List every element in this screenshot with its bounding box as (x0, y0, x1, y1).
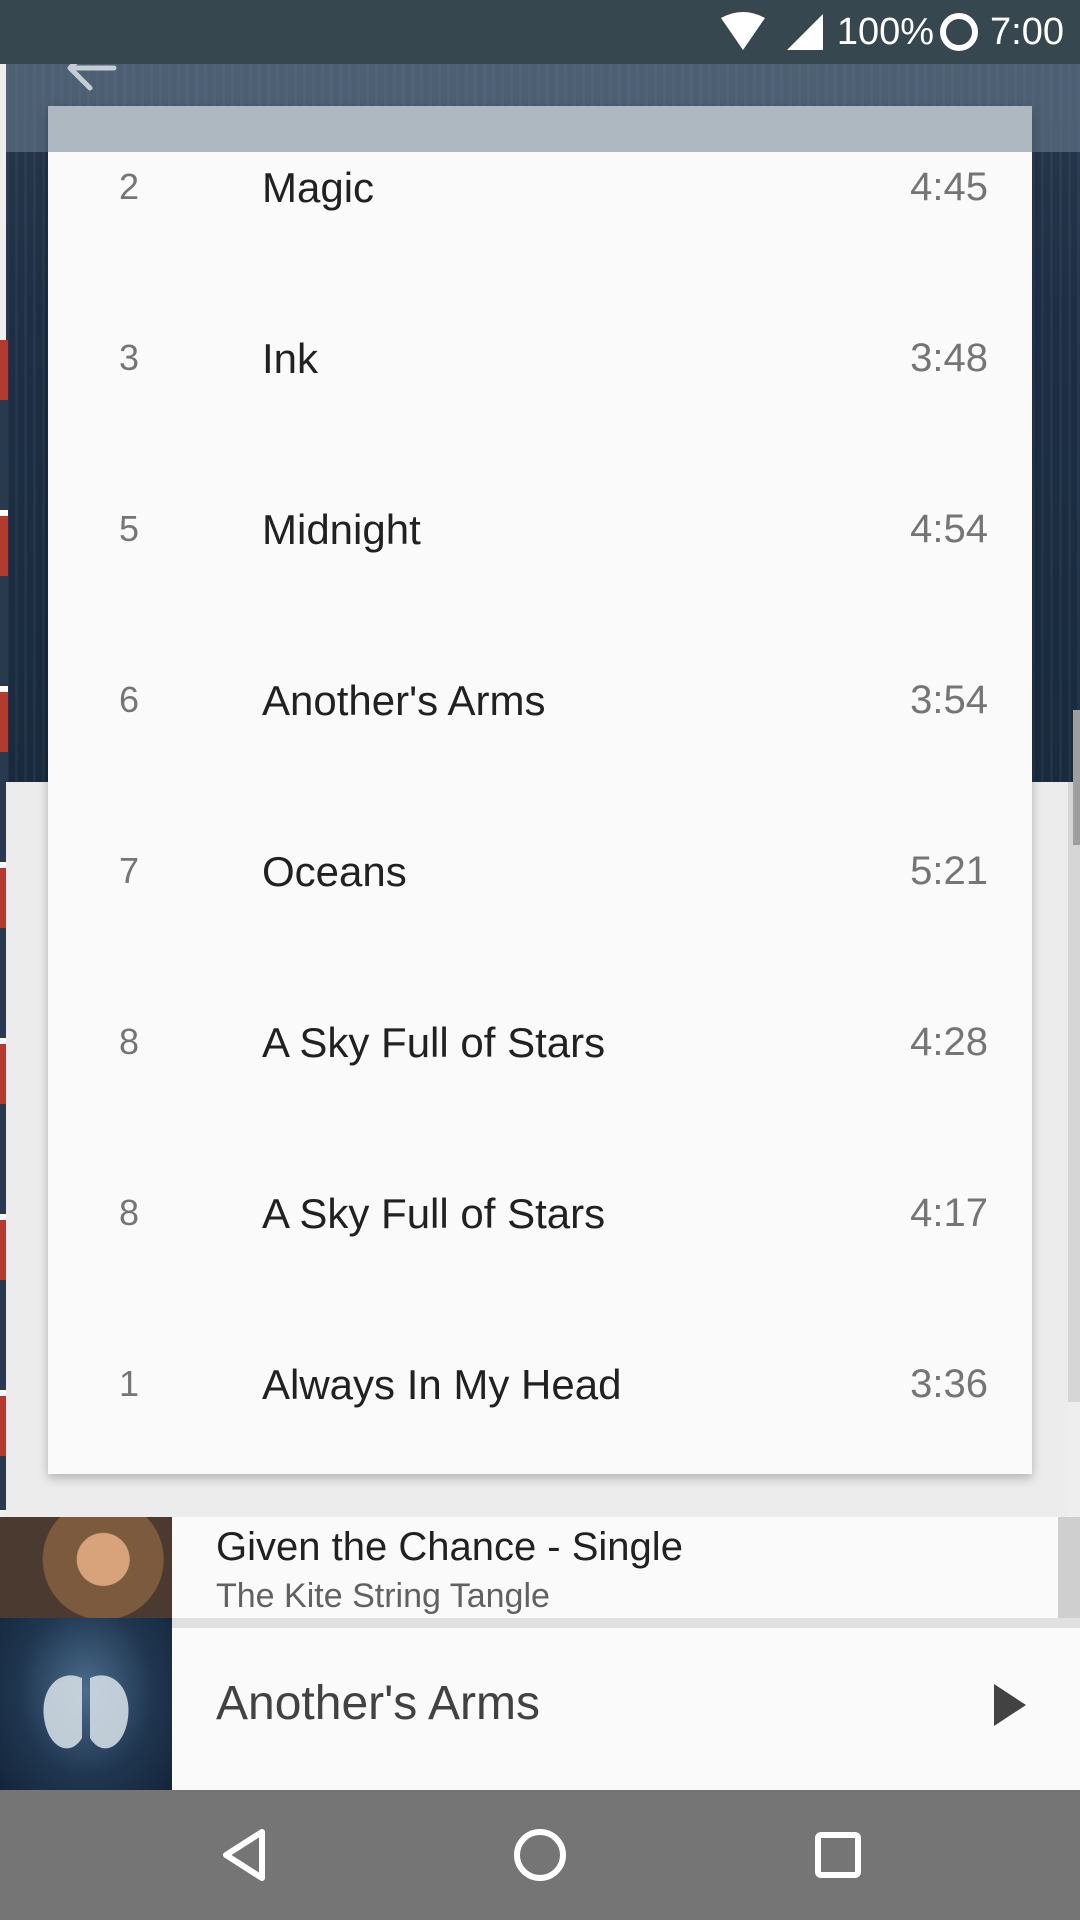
screen: 100% 7:00 2 Magic 4:45 3 Ink 3:48 5 Midn… (0, 0, 1080, 1920)
track-number: 2 (118, 166, 140, 207)
album-art-thumbnail (0, 1517, 172, 1623)
track-duration: 4:28 (910, 1020, 988, 1064)
track-row[interactable]: 5 Midnight 4:54 (48, 494, 1032, 665)
status-bar: 100% 7:00 (0, 0, 1080, 64)
system-nav-bar (0, 1790, 1080, 1920)
track-duration: 4:17 (910, 1191, 988, 1235)
album-artist: The Kite String Tangle (216, 1577, 550, 1615)
track-list-dialog: 2 Magic 4:45 3 Ink 3:48 5 Midnight 4:54 … (48, 106, 1032, 1474)
track-row[interactable]: 8 A Sky Full of Stars 4:17 (48, 1178, 1032, 1349)
track-duration: 5:21 (910, 849, 988, 893)
track-number: 3 (118, 337, 140, 378)
nav-home-icon[interactable] (505, 1820, 575, 1890)
list-scroll-track (1058, 1517, 1080, 1623)
track-number: 1 (118, 1363, 140, 1404)
now-playing-bar[interactable]: Another's Arms (0, 1618, 1080, 1800)
album-title: Given the Chance - Single (216, 1525, 683, 1569)
track-number: 5 (118, 508, 140, 549)
track-duration: 3:54 (910, 678, 988, 722)
track-row[interactable]: 6 Another's Arms 3:54 (48, 665, 1032, 836)
cell-signal-icon (785, 12, 825, 52)
track-duration: 3:36 (910, 1362, 988, 1406)
wings-artwork (43, 1675, 129, 1749)
track-title: Oceans (262, 848, 407, 895)
battery-percent: 100% (836, 10, 935, 53)
track-title: Ink (262, 335, 319, 382)
track-duration: 4:45 (910, 165, 988, 209)
track-number: 6 (118, 679, 140, 720)
now-playing-title: Another's Arms (216, 1677, 540, 1730)
track-duration: 3:48 (910, 336, 988, 380)
track-row[interactable]: 1 Always In My Head 3:36 (48, 1349, 1032, 1520)
clock: 7:00 (990, 10, 1064, 53)
nav-back-icon[interactable] (210, 1820, 280, 1890)
play-icon[interactable] (990, 1680, 1030, 1730)
track-title: A Sky Full of Stars (262, 1190, 606, 1237)
track-number: 8 (118, 1021, 140, 1062)
track-row[interactable]: 2 Magic 4:45 (48, 152, 1032, 323)
now-playing-album-art (0, 1618, 172, 1800)
track-duration: 4:54 (910, 507, 988, 551)
track-row[interactable]: 3 Ink 3:48 (48, 323, 1032, 494)
track-title: Always In My Head (262, 1361, 622, 1408)
wifi-icon (719, 12, 767, 52)
background-scroll-track (1068, 782, 1080, 1402)
track-title: Another's Arms (262, 677, 546, 724)
nav-recents-icon[interactable] (803, 1820, 873, 1890)
track-number: 7 (118, 850, 140, 891)
dialog-header (48, 106, 1032, 152)
background-scroll-thumb[interactable] (1073, 710, 1080, 845)
album-card[interactable]: Given the Chance - Single The Kite Strin… (0, 1517, 1080, 1623)
track-row[interactable]: 8 A Sky Full of Stars 4:28 (48, 1007, 1032, 1178)
track-title: Magic (262, 164, 375, 211)
track-number: 8 (118, 1192, 140, 1233)
track-title: A Sky Full of Stars (262, 1019, 606, 1066)
track-title: Midnight (262, 506, 421, 553)
track-row[interactable]: 7 Oceans 5:21 (48, 836, 1032, 1007)
battery-ring-icon (940, 13, 979, 51)
